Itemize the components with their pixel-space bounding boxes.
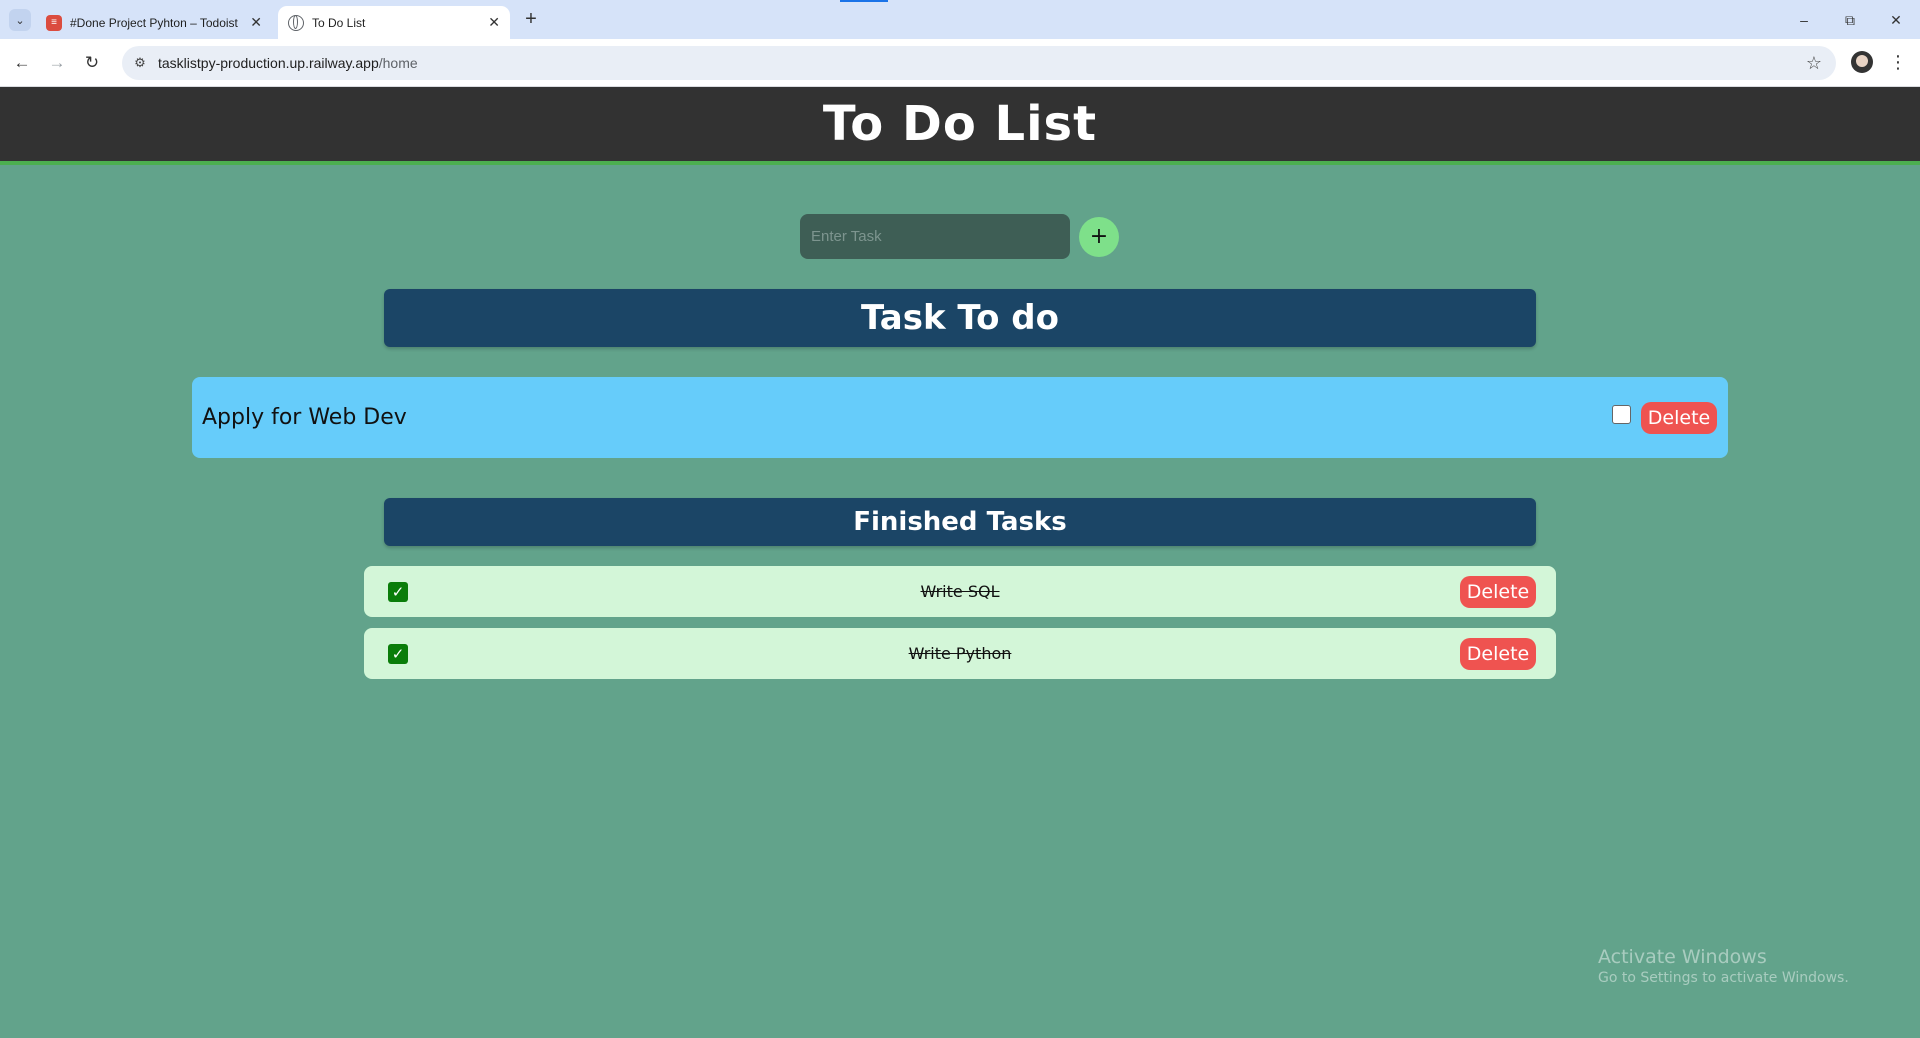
task-text: Write Python bbox=[908, 644, 1012, 663]
forward-button[interactable]: → bbox=[45, 51, 69, 75]
close-icon[interactable]: ✕ bbox=[250, 14, 262, 31]
watermark-line1: Activate Windows bbox=[1598, 946, 1767, 968]
chevron-down-icon: ⌄ bbox=[15, 14, 25, 27]
activate-windows-watermark: Activate Windows Go to Settings to activ… bbox=[1598, 946, 1849, 986]
url-host: tasklistpy-production.up.railway.app bbox=[158, 55, 379, 71]
delete-button[interactable]: Delete bbox=[1641, 402, 1717, 434]
todo-section-title: Task To do bbox=[384, 289, 1536, 347]
close-icon[interactable]: ✕ bbox=[488, 14, 500, 31]
bookmark-star-icon[interactable]: ☆ bbox=[1806, 53, 1822, 74]
watermark-line2: Go to Settings to activate Windows. bbox=[1598, 970, 1849, 986]
tab-title: #Done Project Pyhton – Todoist bbox=[70, 15, 238, 30]
reload-icon: ↻ bbox=[84, 53, 100, 72]
more-vert-icon: ⋮ bbox=[1889, 52, 1907, 72]
arrow-left-icon: ← bbox=[13, 53, 31, 72]
reload-button[interactable]: ↻ bbox=[80, 51, 104, 75]
new-tab-button[interactable]: + bbox=[520, 8, 542, 30]
close-icon: ✕ bbox=[1890, 12, 1902, 28]
address-bar[interactable]: ⚙ tasklistpy-production.up.railway.app/h… bbox=[122, 46, 1836, 80]
page-title: To Do List bbox=[822, 96, 1098, 152]
globe-icon bbox=[288, 14, 304, 31]
tab-loading-indicator bbox=[840, 0, 888, 2]
profile-avatar[interactable] bbox=[1851, 51, 1873, 73]
finished-section-title: Finished Tasks bbox=[384, 498, 1536, 546]
url-path: /home bbox=[378, 55, 418, 71]
task-checkbox-checked[interactable]: ✓ bbox=[388, 582, 408, 602]
task-checkbox[interactable] bbox=[1612, 405, 1631, 424]
add-task-button[interactable]: + bbox=[1079, 217, 1119, 257]
url-text: tasklistpy-production.up.railway.app/hom… bbox=[158, 55, 418, 71]
minimize-button[interactable]: – bbox=[1792, 8, 1816, 32]
browser-menu-button[interactable]: ⋮ bbox=[1888, 51, 1908, 75]
delete-button[interactable]: Delete bbox=[1460, 576, 1536, 608]
minimize-icon: – bbox=[1800, 12, 1808, 28]
site-info-icon[interactable]: ⚙ bbox=[132, 55, 148, 71]
finished-task-item: ✓ Write SQL Delete bbox=[364, 566, 1556, 617]
tab-todo-list[interactable]: To Do List ✕ bbox=[278, 6, 510, 39]
back-button[interactable]: ← bbox=[10, 51, 34, 75]
page-header: To Do List bbox=[0, 87, 1920, 165]
restore-button[interactable]: ⧉ bbox=[1838, 8, 1862, 32]
browser-toolbar: ← → ↻ ⚙ tasklistpy-production.up.railway… bbox=[0, 39, 1920, 87]
arrow-right-icon: → bbox=[48, 53, 66, 72]
restore-icon: ⧉ bbox=[1845, 12, 1855, 28]
todoist-icon: ≡ bbox=[46, 14, 62, 31]
task-text: Apply for Web Dev bbox=[202, 405, 407, 430]
browser-tab-strip: ⌄ ≡ #Done Project Pyhton – Todoist ✕ To … bbox=[0, 0, 1920, 39]
finished-task-item: ✓ Write Python Delete bbox=[364, 628, 1556, 679]
close-window-button[interactable]: ✕ bbox=[1884, 8, 1908, 32]
todo-task-item: Apply for Web Dev Delete bbox=[192, 377, 1728, 458]
task-input[interactable] bbox=[800, 214, 1070, 259]
tab-todoist[interactable]: ≡ #Done Project Pyhton – Todoist ✕ bbox=[36, 6, 272, 39]
task-text: Write SQL bbox=[920, 582, 1000, 601]
delete-button[interactable]: Delete bbox=[1460, 638, 1536, 670]
plus-icon: + bbox=[525, 8, 537, 30]
tab-title: To Do List bbox=[312, 15, 366, 30]
task-checkbox-checked[interactable]: ✓ bbox=[388, 644, 408, 664]
tab-search-button[interactable]: ⌄ bbox=[9, 9, 31, 31]
